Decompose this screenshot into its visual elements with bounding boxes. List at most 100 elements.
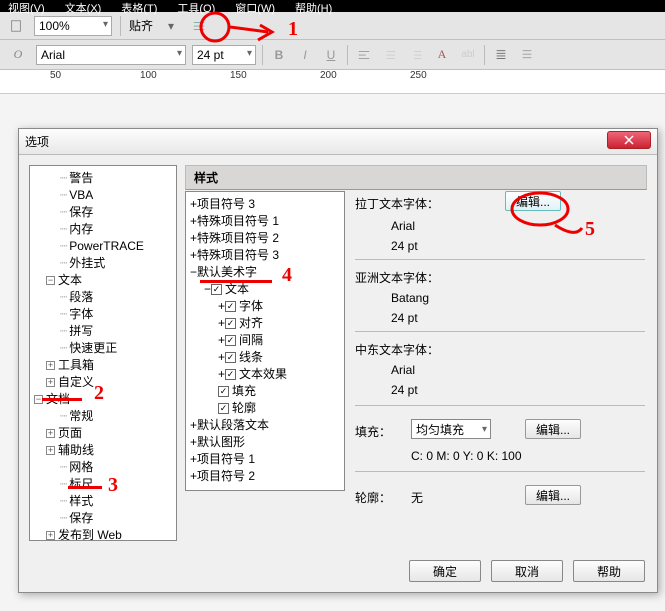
checkbox-checked-icon[interactable]: ✓ <box>225 369 236 380</box>
font-name-select[interactable]: Arial <box>36 45 186 65</box>
checkbox-checked-icon[interactable]: ✓ <box>225 318 236 329</box>
expand-icon[interactable]: + <box>190 196 197 213</box>
style-list[interactable]: +项目符号 3 +特殊项目符号 1 +特殊项目符号 2 +特殊项目符号 3 −默… <box>185 191 345 491</box>
ok-button[interactable]: 确定 <box>409 560 481 582</box>
font-size-select[interactable]: 24 pt <box>192 45 256 65</box>
style-lines[interactable]: 线条 <box>239 349 263 366</box>
gear-icon[interactable] <box>517 45 537 65</box>
edit-fill-button[interactable]: 编辑... <box>525 419 581 439</box>
style-graphic[interactable]: 默认图形 <box>197 434 245 451</box>
style-outline[interactable]: 轮廓 <box>232 400 256 417</box>
indent-icon[interactable] <box>406 45 426 65</box>
style-artistic[interactable]: 默认美术字 <box>197 264 257 281</box>
list-icon[interactable] <box>380 45 400 65</box>
style-text[interactable]: 文本 <box>225 281 249 298</box>
expand-icon[interactable]: + <box>218 315 225 332</box>
expand-icon[interactable]: + <box>218 332 225 349</box>
tree-font[interactable]: 字体 <box>69 306 93 323</box>
tree-vba[interactable]: VBA <box>69 187 93 204</box>
abl-icon[interactable]: abl <box>458 45 478 65</box>
style-sp1[interactable]: 特殊项目符号 1 <box>197 213 279 230</box>
checkbox-checked-icon[interactable]: ✓ <box>225 301 236 312</box>
expand-icon[interactable]: + <box>218 366 225 383</box>
doc-icon[interactable] <box>6 16 26 36</box>
collapse-icon[interactable]: − <box>204 281 211 298</box>
category-tree[interactable]: ┈警告 ┈VBA ┈保存 ┈内存 ┈PowerTRACE ┈外挂式 −文本 ┈段… <box>29 165 177 541</box>
style-align[interactable]: 对齐 <box>239 315 263 332</box>
edit-outline-button[interactable]: 编辑... <box>525 485 581 505</box>
zoom-select[interactable]: 100% <box>34 16 112 36</box>
collapse-icon[interactable]: − <box>46 276 55 285</box>
collapse-icon[interactable]: − <box>190 264 197 281</box>
tree-plugin[interactable]: 外挂式 <box>69 255 105 272</box>
expand-icon[interactable]: + <box>190 230 197 247</box>
style-bullet3[interactable]: 项目符号 3 <box>197 196 255 213</box>
tree-customize[interactable]: 自定义 <box>58 374 94 391</box>
close-button[interactable] <box>607 131 651 149</box>
expand-icon[interactable]: + <box>46 429 55 438</box>
expand-icon[interactable]: + <box>46 361 55 370</box>
char-icon[interactable]: A <box>432 45 452 65</box>
tree-guides[interactable]: 辅助线 <box>58 442 94 459</box>
help-button[interactable]: 帮助 <box>573 560 645 582</box>
expand-icon[interactable]: + <box>218 298 225 315</box>
style-fill[interactable]: 填充 <box>232 383 256 400</box>
expand-icon[interactable]: + <box>190 417 197 434</box>
menu-help[interactable]: 帮助(H) <box>295 0 332 12</box>
style-spacing[interactable]: 间隔 <box>239 332 263 349</box>
bold-icon[interactable]: B <box>269 45 289 65</box>
tree-toolbox[interactable]: 工具箱 <box>58 357 94 374</box>
expand-icon[interactable]: + <box>190 451 197 468</box>
tree-memory[interactable]: 内存 <box>69 221 93 238</box>
expand-icon[interactable]: + <box>190 213 197 230</box>
style-font[interactable]: 字体 <box>239 298 263 315</box>
fill-select[interactable]: 均匀填充 <box>411 419 491 439</box>
checkbox-checked-icon[interactable]: ✓ <box>218 386 229 397</box>
menu-text[interactable]: 文本(X) <box>65 0 102 12</box>
expand-icon[interactable]: + <box>46 378 55 387</box>
cancel-button[interactable]: 取消 <box>491 560 563 582</box>
style-bullet2[interactable]: 项目符号 2 <box>197 468 255 485</box>
menu-view[interactable]: 视图(V) <box>8 0 45 12</box>
expand-icon[interactable]: + <box>46 446 55 455</box>
tree-style[interactable]: 样式 <box>69 493 93 510</box>
tree-paragraph[interactable]: 段落 <box>69 289 93 306</box>
para-icon[interactable] <box>491 45 511 65</box>
snap-dropdown-icon[interactable]: ▾ <box>161 16 181 36</box>
checkbox-checked-icon[interactable]: ✓ <box>218 403 229 414</box>
style-sp2[interactable]: 特殊项目符号 2 <box>197 230 279 247</box>
tree-save2[interactable]: 保存 <box>69 510 93 527</box>
menu-tools[interactable]: 工具(O) <box>177 0 215 12</box>
checkbox-checked-icon[interactable]: ✓ <box>211 284 222 295</box>
checkbox-checked-icon[interactable]: ✓ <box>225 335 236 346</box>
style-bullet1[interactable]: 项目符号 1 <box>197 451 255 468</box>
expand-icon[interactable]: + <box>190 468 197 485</box>
style-paratext[interactable]: 默认段落文本 <box>197 417 269 434</box>
style-fx[interactable]: 文本效果 <box>239 366 287 383</box>
expand-icon[interactable]: + <box>46 531 55 540</box>
tree-text[interactable]: 文本 <box>58 272 82 289</box>
tree-spell[interactable]: 拼写 <box>69 323 93 340</box>
tree-grid[interactable]: 网格 <box>69 459 93 476</box>
expand-icon[interactable]: + <box>218 349 225 366</box>
checkbox-checked-icon[interactable]: ✓ <box>225 352 236 363</box>
tree-powertrace[interactable]: PowerTRACE <box>69 238 144 255</box>
style-sp3[interactable]: 特殊项目符号 3 <box>197 247 279 264</box>
menu-window[interactable]: 窗口(W) <box>235 0 275 12</box>
menu-table[interactable]: 表格(T) <box>121 0 157 12</box>
expand-icon[interactable]: + <box>190 434 197 451</box>
tree-publish[interactable]: 发布到 Web <box>58 527 122 541</box>
tree-general[interactable]: 常规 <box>69 408 93 425</box>
italic-icon[interactable]: I <box>295 45 315 65</box>
tree-quickfix[interactable]: 快速更正 <box>69 340 117 357</box>
expand-icon[interactable]: + <box>190 247 197 264</box>
underline-icon[interactable]: U <box>321 45 341 65</box>
edit-latin-button[interactable]: 编辑... <box>505 191 561 211</box>
tree-page[interactable]: 页面 <box>58 425 82 442</box>
tree-ruler[interactable]: 标尺 <box>69 476 93 493</box>
dialog-titlebar[interactable]: 选项 <box>19 129 657 155</box>
tree-warning[interactable]: 警告 <box>69 170 93 187</box>
tree-save[interactable]: 保存 <box>69 204 93 221</box>
align-icon[interactable] <box>354 45 374 65</box>
options-icon[interactable] <box>189 16 209 36</box>
